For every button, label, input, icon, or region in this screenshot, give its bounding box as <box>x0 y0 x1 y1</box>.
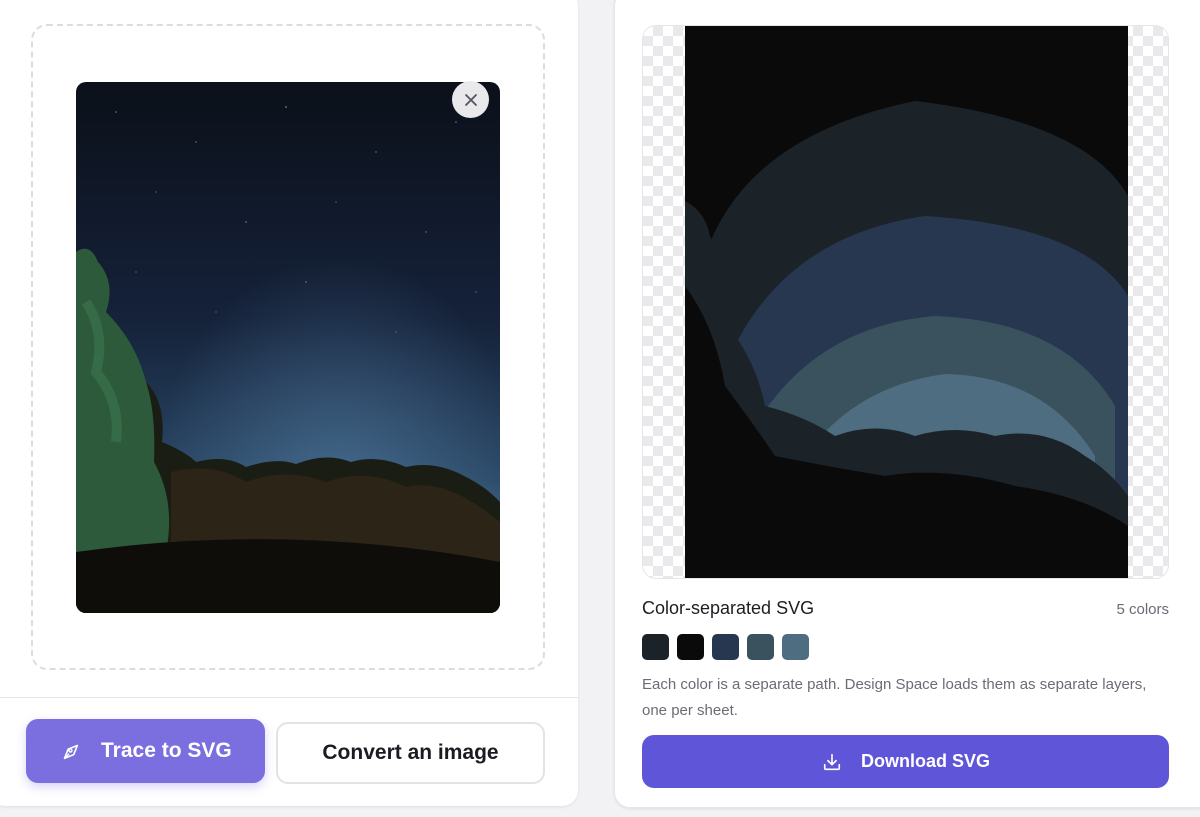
result-title: Color-separated SVG <box>642 598 815 618</box>
convert-image-button[interactable]: Convert an image <box>276 722 545 784</box>
result-description: Each color is a separate path. Design Sp… <box>642 676 1147 719</box>
download-icon <box>821 751 843 773</box>
remove-image-button[interactable] <box>452 81 489 118</box>
traced-svg-artwork <box>685 26 1128 578</box>
panel-divider <box>0 697 578 698</box>
uploaded-image-preview <box>76 82 500 613</box>
close-icon <box>464 93 477 106</box>
color-swatch <box>782 634 809 660</box>
color-count: 5 colors <box>1116 601 1169 618</box>
trace-to-svg-label: Trace to SVG <box>101 739 232 762</box>
trace-to-svg-button[interactable]: Trace to SVG <box>26 719 265 783</box>
color-swatches <box>642 634 809 660</box>
color-swatch <box>642 634 669 660</box>
color-swatch <box>677 634 704 660</box>
pen-tool-icon <box>58 739 82 763</box>
traced-svg-preview <box>642 25 1169 579</box>
color-swatch <box>747 634 774 660</box>
download-svg-button[interactable]: Download SVG <box>642 735 1169 788</box>
color-swatch <box>712 634 739 660</box>
download-svg-label: Download SVG <box>860 751 990 771</box>
